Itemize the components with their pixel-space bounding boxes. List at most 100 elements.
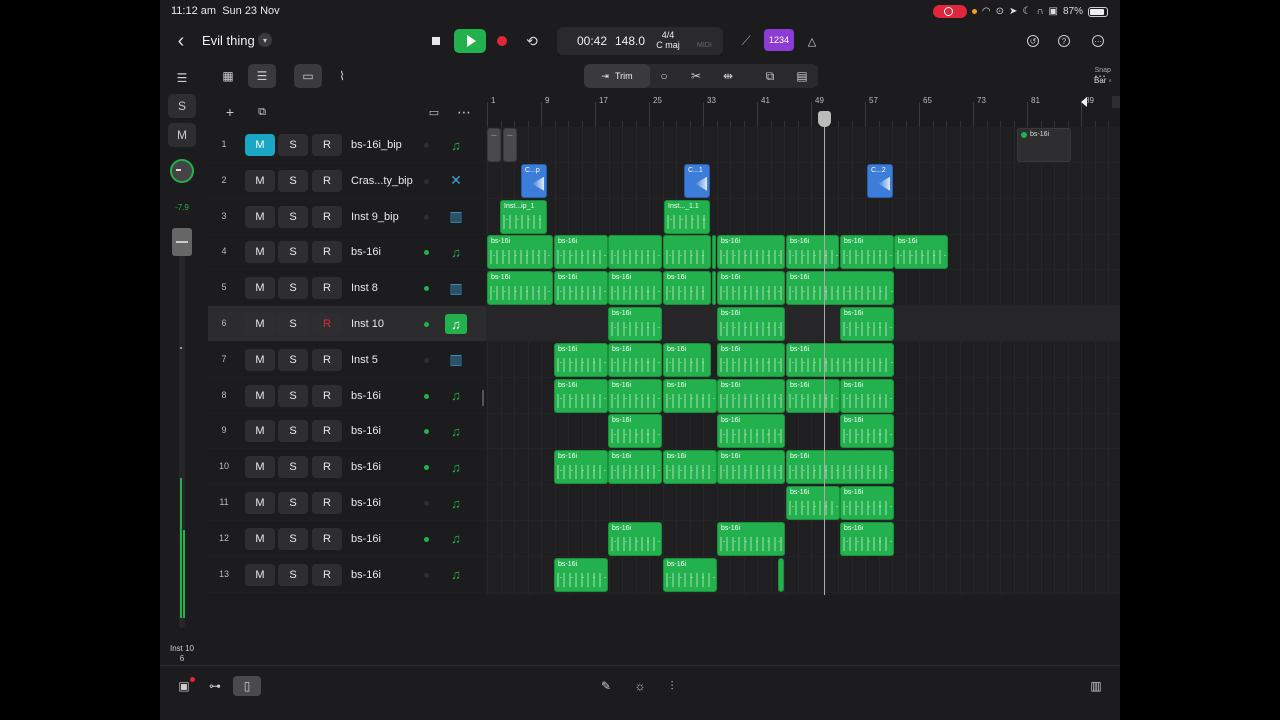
track-record-enable-button[interactable]: R [312,456,342,479]
history-button[interactable]: ↺ [1022,30,1044,52]
count-in-button[interactable]: 1234 [764,29,794,51]
midi-region[interactable]: bs-16i [786,271,894,306]
music-note-icon[interactable]: ♫ [445,457,467,477]
track-mute-button[interactable]: M [245,205,275,228]
midi-region[interactable]: bs-16i [786,235,839,270]
back-button[interactable]: ‹ [170,30,192,52]
track-mute-button[interactable]: M [245,169,275,192]
track-solo-button[interactable]: S [278,563,308,586]
tuner-button[interactable]: ⟋ [734,29,758,53]
track-lane[interactable] [486,521,1120,557]
drum-machine-icon[interactable]: ▥ [445,207,467,227]
midi-region[interactable]: bs-16i [717,271,785,306]
track-header-row[interactable]: 4 M S Rbs-16i ♫ [208,234,486,271]
midi-region[interactable]: bs-16i [786,450,894,485]
track-mute-button[interactable]: M [245,527,275,550]
midi-region[interactable] [778,557,784,592]
chevron-down-icon[interactable]: ▾ [258,33,272,47]
bar-ruler[interactable]: 1 9 17 25 33 41 49 57 65 73 81 89 [486,92,1120,127]
track-solo-button[interactable]: S [278,492,308,514]
audio-region[interactable]: C...p [521,163,547,198]
midi-region[interactable]: bs-16i [663,271,711,306]
track-header-row[interactable]: 2 M S R Cras...ty_bip ✕ [208,163,486,199]
track-header-row[interactable]: 1 M S Rbs-16i_bip ♫ [208,127,486,163]
tracks-view-button[interactable]: ☰ [248,64,276,88]
midi-region[interactable]: bs-16i [663,557,717,592]
midi-region[interactable]: bs-16i [663,342,711,377]
track-record-enable-button[interactable]: R [312,420,342,443]
track-record-enable-button[interactable]: R [312,384,342,407]
track-header-row[interactable]: 8 M S Rbs-16i ♫ [208,378,486,414]
audio-region[interactable]: C...1 [684,163,710,198]
track-record-enable-button[interactable]: R [312,348,342,371]
midi-region[interactable]: bs-16i [554,450,608,485]
midi-region[interactable]: bs-16i [554,342,608,377]
track-header-row[interactable]: 11 M S Rbs-16i ♫ [208,485,486,521]
strip-mute-button[interactable]: M [168,123,196,147]
music-note-icon[interactable]: ♫ [445,386,467,406]
midi-region[interactable]: bs-16i [554,378,608,413]
track-record-enable-button[interactable]: R [312,134,342,156]
midi-region[interactable]: Inst..._1.1 [664,199,710,234]
music-note-icon[interactable]: ♫ [445,421,467,441]
metronome-button[interactable]: △ [800,29,824,53]
copy-button[interactable]: ⧉ [758,64,782,88]
smart-controls-button[interactable]: ⫶ [658,676,686,696]
duplicate-track-button[interactable]: ⧉ [252,102,272,122]
midi-region[interactable]: bs-16i [608,414,662,449]
track-record-enable-button[interactable]: R [312,241,342,264]
midi-region[interactable] [608,235,662,270]
music-note-icon[interactable]: ♫ [445,314,467,334]
track-header-row[interactable]: 12 M S Rbs-16i ♫ [208,521,486,557]
toolbar-more-button[interactable]: ⋯ [1088,64,1112,88]
track-header-row[interactable]: 5 M S R Inst 8 ▥ [208,270,486,307]
volume-fader-handle[interactable] [172,228,192,256]
track-solo-button[interactable]: S [278,527,308,550]
midi-region[interactable]: bs-16i [608,521,662,556]
drum-machine-icon[interactable]: ▥ [445,278,467,298]
crossed-sticks-icon[interactable]: ✕ [445,171,467,191]
keyboard-button[interactable]: ▥ [1082,676,1110,696]
track-mute-button[interactable]: M [245,313,275,335]
track-solo-button[interactable]: S [278,313,308,335]
track-settings-button[interactable]: ▭ [424,102,444,122]
track-lane[interactable] [486,306,1120,342]
live-loops-button[interactable]: ▦ [214,64,242,88]
stop-button[interactable] [422,29,450,53]
cycle-button[interactable]: ⟲ [520,29,544,53]
region-view-button[interactable]: ▭ [294,64,322,88]
track-header-row[interactable]: 9 M S Rbs-16i ♫ [208,413,486,450]
track-lane[interactable] [486,413,1120,450]
music-note-icon[interactable]: ♫ [445,135,467,155]
midi-region[interactable]: bs-16i [840,486,894,520]
track-record-enable-button[interactable]: R [312,313,342,335]
drum-machine-icon[interactable]: ▥ [445,350,467,370]
record-button[interactable] [490,29,514,53]
track-more-button[interactable]: ⋯ [454,102,474,122]
track-mute-button[interactable]: M [245,384,275,407]
more-options-button[interactable]: ⋯ [1087,30,1109,52]
midi-region[interactable]: bs-16i [717,378,785,413]
track-mute-button[interactable]: M [245,563,275,586]
project-title[interactable]: Evil thing [202,33,255,48]
track-lane[interactable] [486,163,1120,199]
midi-region[interactable]: bs-16i [840,521,894,556]
midi-region[interactable]: bs-16i [663,450,717,485]
track-solo-button[interactable]: S [278,205,308,228]
midi-region[interactable]: bs-16i [608,271,662,306]
editor-button[interactable]: ▯ [233,676,261,696]
midi-region[interactable] [712,235,716,270]
track-solo-button[interactable]: S [278,241,308,264]
midi-region[interactable]: bs-16i [894,235,948,270]
midi-region[interactable] [663,235,711,270]
track-header-row[interactable]: 10 M S Rbs-16i ♫ [208,449,486,486]
track-header-row[interactable]: 7 M S R Inst 5 ▥ [208,342,486,378]
track-solo-button[interactable]: S [278,277,308,300]
split-tool-button[interactable]: ✂ [682,64,710,88]
midi-region[interactable]: bs-16i [608,378,662,413]
track-solo-button[interactable]: S [278,384,308,407]
midi-region[interactable]: bs-16i [554,235,608,270]
track-record-enable-button[interactable]: R [312,563,342,586]
track-mute-button[interactable]: M [245,134,275,156]
track-solo-button[interactable]: S [278,456,308,479]
